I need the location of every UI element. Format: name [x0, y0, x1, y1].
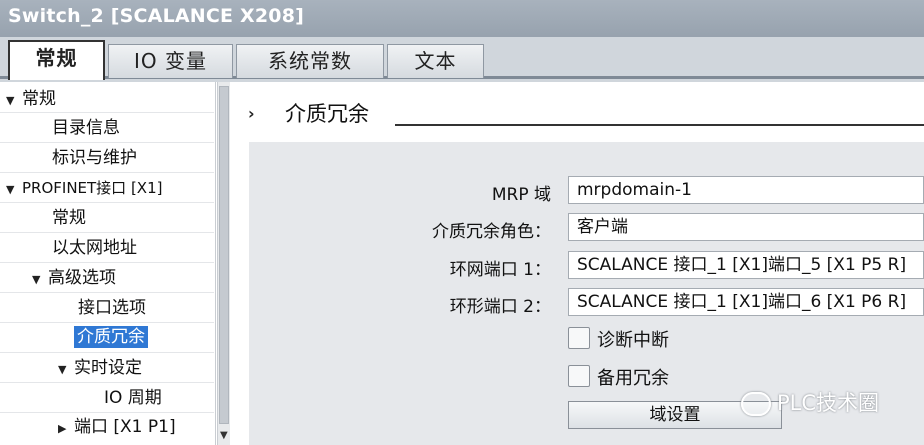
nav-item-label: 实时设定	[74, 358, 142, 378]
expanded-arrow-icon[interactable]: ▼	[6, 176, 22, 204]
divider	[0, 112, 214, 113]
backup-redundancy-checkbox[interactable]	[568, 365, 590, 387]
tab-io-tags[interactable]: IO 变量	[108, 44, 233, 78]
nav-item-label: 端口 [X1 P1]	[74, 417, 176, 437]
media-redundancy-role-label: 介质冗余角色：	[432, 222, 551, 242]
nav-item-label: IO 周期	[104, 388, 162, 408]
nav-item-media-redundancy[interactable]: 介质冗余	[74, 323, 148, 351]
tab-general[interactable]: 常规	[8, 40, 105, 80]
nav-item-label: 高级选项	[48, 268, 116, 288]
nav-item-label: 目录信息	[52, 118, 120, 138]
nav-item-advanced-options[interactable]: ▼ 高级选项	[32, 264, 116, 292]
nav-item-interface-options[interactable]: 接口选项	[78, 294, 146, 322]
nav-item-realtime-settings[interactable]: ▼ 实时设定	[58, 354, 142, 382]
nav-item-label: 常规	[52, 208, 86, 228]
tab-system-constants[interactable]: 系统常数	[236, 44, 384, 78]
nav-scrollbar[interactable]: ▼	[217, 82, 230, 445]
window-title: Switch_2 [SCALANCE X208]	[0, 0, 924, 37]
watermark: PLC技术圈	[741, 387, 879, 417]
nav-item-catalog-info[interactable]: 目录信息	[52, 114, 120, 142]
divider	[0, 262, 214, 263]
mrp-domain-label: MRP 域	[491, 185, 551, 205]
divider	[0, 352, 214, 353]
diagnostic-interrupt-label: 诊断中断	[597, 330, 669, 351]
divider	[0, 382, 214, 383]
ring-port-1-select[interactable]: SCALANCE 接口_1 [X1]端口_5 [X1 P5 R]	[568, 251, 924, 279]
expanded-arrow-icon[interactable]: ▼	[32, 266, 48, 294]
section-divider	[395, 124, 924, 126]
scrollbar-thumb[interactable]	[219, 86, 229, 424]
expanded-arrow-icon[interactable]: ▼	[6, 87, 22, 115]
nav-item-label: 以太网地址	[52, 238, 137, 258]
nav-item-label: 常规	[22, 89, 56, 109]
nav-item-port-x1-p1[interactable]: ▶ 端口 [X1 P1]	[58, 413, 176, 441]
section-arrow-icon[interactable]: ›	[248, 104, 255, 123]
wechat-icon	[741, 392, 771, 416]
watermark-text: PLC技术圈	[777, 391, 880, 415]
section-title: 介质冗余	[285, 102, 369, 126]
nav-item-general[interactable]: ▼ 常规	[6, 85, 56, 113]
nav-item-ethernet-address[interactable]: 以太网地址	[52, 234, 137, 262]
backup-redundancy-label: 备用冗余	[597, 368, 669, 389]
ring-port-2-select[interactable]: SCALANCE 接口_1 [X1]端口_6 [X1 P6 R]	[568, 288, 924, 316]
nav-item-label: 标识与维护	[52, 148, 137, 168]
nav-item-label: PROFINET接口 [X1]	[22, 179, 163, 197]
nav-item-label: 介质冗余	[74, 326, 148, 348]
divider	[0, 292, 214, 293]
ring-port-2-label: 环形端口 2：	[449, 297, 551, 317]
diagnostic-interrupt-checkbox[interactable]	[568, 327, 590, 349]
tab-texts[interactable]: 文本	[387, 44, 484, 78]
mrp-domain-field[interactable]: mrpdomain-1	[568, 176, 924, 204]
media-redundancy-role-select[interactable]: 客户端	[568, 213, 924, 241]
expanded-arrow-icon[interactable]: ▼	[58, 356, 74, 384]
nav-item-io-cycle[interactable]: IO 周期	[104, 384, 162, 412]
nav-item-profinet-interface[interactable]: ▼ PROFINET接口 [X1]	[6, 174, 162, 202]
nav-item-label: 接口选项	[78, 298, 146, 318]
divider	[0, 142, 214, 143]
collapsed-arrow-icon[interactable]: ▶	[58, 415, 74, 443]
ring-port-1-label: 环网端口 1：	[449, 260, 551, 280]
scroll-down-arrow-icon[interactable]: ▼	[220, 430, 228, 441]
divider	[0, 232, 214, 233]
divider	[0, 172, 214, 173]
divider	[0, 202, 214, 203]
nav-item-identification[interactable]: 标识与维护	[52, 144, 137, 172]
nav-item-interface-general[interactable]: 常规	[52, 204, 86, 232]
